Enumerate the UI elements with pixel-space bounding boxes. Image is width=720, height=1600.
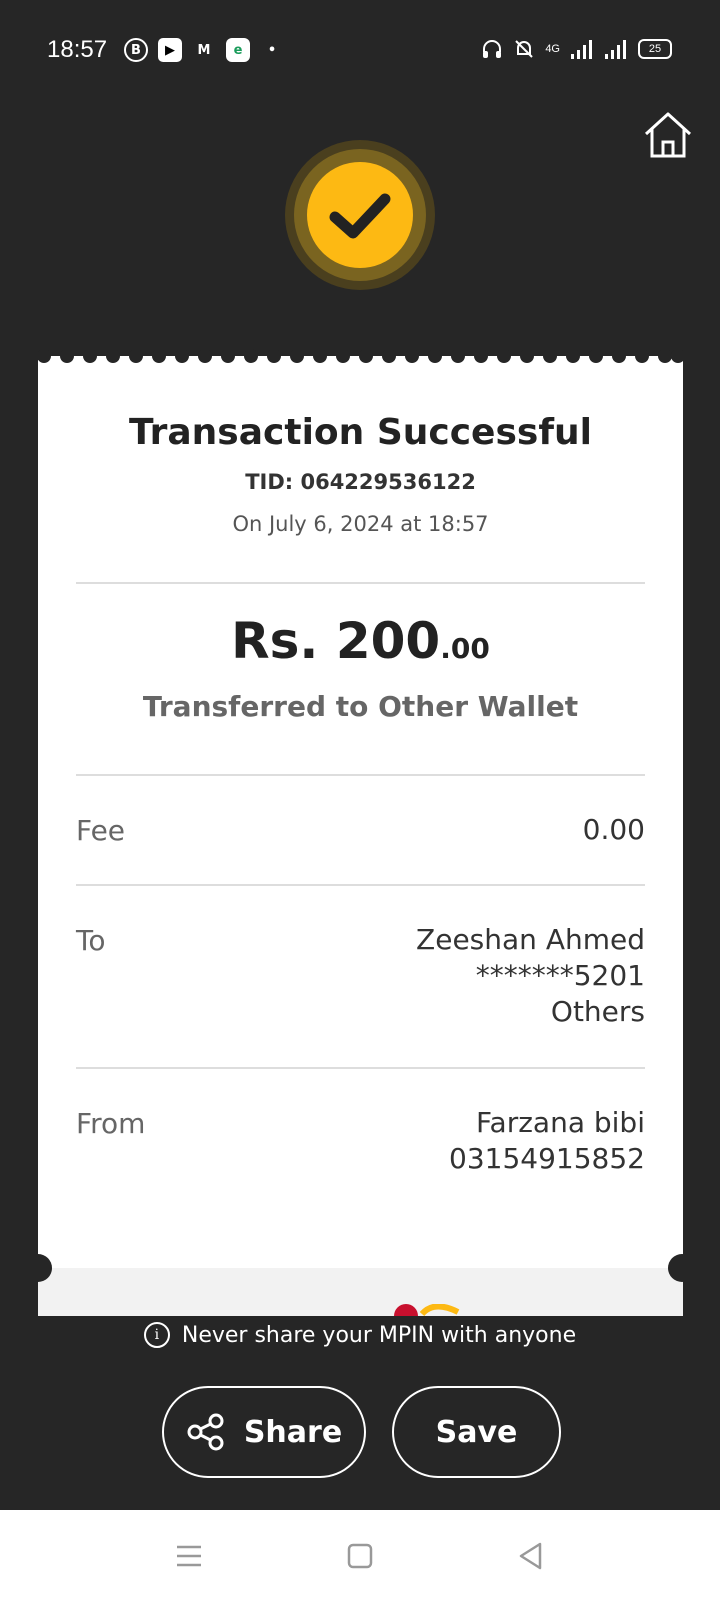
nav-home-button[interactable] [340, 1536, 380, 1576]
to-details: Zeeshan Ahmed *******5201 Others [416, 922, 645, 1030]
share-icon [187, 1413, 224, 1451]
divider [76, 1067, 645, 1069]
receipt-notch-left [24, 1254, 52, 1282]
security-warning: i Never share your MPIN with anyone [0, 1322, 720, 1348]
transaction-date: On July 6, 2024 at 18:57 [232, 512, 489, 536]
navigation-bar [0, 1510, 720, 1600]
square-icon [347, 1543, 373, 1569]
divider [76, 774, 645, 776]
divider [76, 582, 645, 584]
nav-back-button[interactable] [511, 1536, 551, 1576]
receipt-footer [38, 1268, 683, 1316]
menu-icon [177, 1545, 201, 1567]
sender-number: 03154915852 [449, 1142, 645, 1175]
amount-decimal: .00 [440, 632, 490, 665]
save-label: Save [435, 1414, 518, 1450]
share-button[interactable]: Share [162, 1386, 366, 1478]
transaction-amount: Rs. 200.00 [38, 612, 683, 670]
fee-value: 0.00 [582, 813, 645, 846]
from-label: From [76, 1107, 146, 1140]
from-details: Farzana bibi 03154915852 [449, 1105, 645, 1177]
divider [76, 884, 645, 886]
recipient-name: Zeeshan Ahmed [416, 923, 645, 956]
recipient-account: *******5201 [475, 959, 645, 992]
jazzcash-logo-icon [394, 1304, 460, 1316]
transaction-status-title: Transaction Successful [129, 412, 592, 453]
receipt-card: Transaction Successful TID: 064229536122… [38, 368, 683, 1268]
back-triangle-icon [519, 1542, 542, 1570]
share-label: Share [243, 1414, 343, 1450]
transaction-id: TID: 064229536122 [245, 470, 476, 494]
transfer-type: Transferred to Other Wallet [142, 690, 579, 723]
save-button[interactable]: Save [392, 1386, 561, 1478]
amount-main: Rs. 200 [231, 612, 441, 670]
to-label: To [76, 924, 106, 957]
receipt-notch-right [668, 1254, 696, 1282]
warning-text: Never share your MPIN with anyone [181, 1322, 577, 1348]
fee-label: Fee [76, 814, 126, 847]
info-icon: i [143, 1322, 170, 1348]
nav-menu-button[interactable] [169, 1536, 209, 1576]
sender-name: Farzana bibi [476, 1106, 645, 1139]
recipient-type: Others [550, 995, 645, 1028]
